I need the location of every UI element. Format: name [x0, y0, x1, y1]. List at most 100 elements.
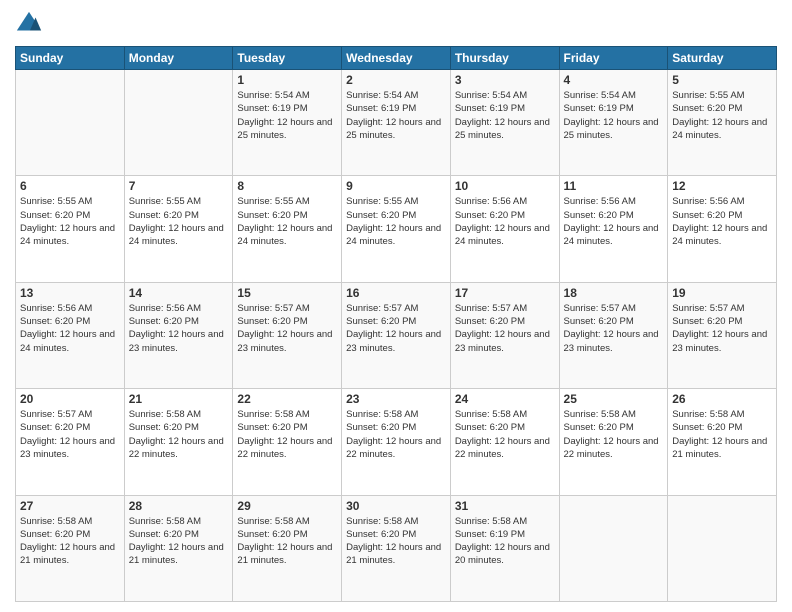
- calendar-day-header: Monday: [124, 47, 233, 70]
- day-info: Sunrise: 5:55 AM Sunset: 6:20 PM Dayligh…: [672, 89, 772, 142]
- day-info: Sunrise: 5:58 AM Sunset: 6:20 PM Dayligh…: [346, 515, 446, 568]
- day-info: Sunrise: 5:57 AM Sunset: 6:20 PM Dayligh…: [237, 302, 337, 355]
- day-number: 18: [564, 286, 664, 300]
- calendar-week-row: 1 Sunrise: 5:54 AM Sunset: 6:19 PM Daylig…: [16, 70, 777, 176]
- logo-icon: [15, 10, 43, 38]
- day-info: Sunrise: 5:58 AM Sunset: 6:20 PM Dayligh…: [129, 515, 229, 568]
- day-number: 7: [129, 179, 229, 193]
- day-info: Sunrise: 5:54 AM Sunset: 6:19 PM Dayligh…: [346, 89, 446, 142]
- calendar-cell: 22 Sunrise: 5:58 AM Sunset: 6:20 PM Dayli…: [233, 389, 342, 495]
- calendar-cell: 12 Sunrise: 5:56 AM Sunset: 6:20 PM Dayli…: [668, 176, 777, 282]
- day-number: 28: [129, 499, 229, 513]
- day-number: 14: [129, 286, 229, 300]
- day-info: Sunrise: 5:58 AM Sunset: 6:20 PM Dayligh…: [129, 408, 229, 461]
- calendar-cell: 28 Sunrise: 5:58 AM Sunset: 6:20 PM Dayli…: [124, 495, 233, 601]
- page: SundayMondayTuesdayWednesdayThursdayFrid…: [0, 0, 792, 612]
- calendar-cell: 30 Sunrise: 5:58 AM Sunset: 6:20 PM Dayli…: [342, 495, 451, 601]
- calendar-day-header: Wednesday: [342, 47, 451, 70]
- day-info: Sunrise: 5:55 AM Sunset: 6:20 PM Dayligh…: [20, 195, 120, 248]
- calendar-cell: 8Sunrise: 5:55 AM Sunset: 6:20 PM Daylig…: [233, 176, 342, 282]
- day-info: Sunrise: 5:58 AM Sunset: 6:20 PM Dayligh…: [237, 408, 337, 461]
- day-info: Sunrise: 5:58 AM Sunset: 6:20 PM Dayligh…: [346, 408, 446, 461]
- day-number: 20: [20, 392, 120, 406]
- calendar-cell: 19 Sunrise: 5:57 AM Sunset: 6:20 PM Dayli…: [668, 282, 777, 388]
- calendar-cell: 21 Sunrise: 5:58 AM Sunset: 6:20 PM Dayli…: [124, 389, 233, 495]
- calendar-cell: 14 Sunrise: 5:56 AM Sunset: 6:20 PM Dayli…: [124, 282, 233, 388]
- calendar-cell: 1 Sunrise: 5:54 AM Sunset: 6:19 PM Daylig…: [233, 70, 342, 176]
- day-info: Sunrise: 5:55 AM Sunset: 6:20 PM Dayligh…: [129, 195, 229, 248]
- day-info: Sunrise: 5:54 AM Sunset: 6:19 PM Dayligh…: [564, 89, 664, 142]
- day-number: 13: [20, 286, 120, 300]
- day-number: 9: [346, 179, 446, 193]
- day-number: 25: [564, 392, 664, 406]
- day-info: Sunrise: 5:56 AM Sunset: 6:20 PM Dayligh…: [129, 302, 229, 355]
- calendar-cell: 11 Sunrise: 5:56 AM Sunset: 6:20 PM Dayli…: [559, 176, 668, 282]
- day-number: 2: [346, 73, 446, 87]
- calendar-cell: 10Sunrise: 5:56 AM Sunset: 6:20 PM Dayli…: [450, 176, 559, 282]
- calendar-cell: 4 Sunrise: 5:54 AM Sunset: 6:19 PM Daylig…: [559, 70, 668, 176]
- calendar-cell: 15 Sunrise: 5:57 AM Sunset: 6:20 PM Dayli…: [233, 282, 342, 388]
- calendar-cell: 20Sunrise: 5:57 AM Sunset: 6:20 PM Dayli…: [16, 389, 125, 495]
- calendar-cell: [559, 495, 668, 601]
- day-info: Sunrise: 5:57 AM Sunset: 6:20 PM Dayligh…: [564, 302, 664, 355]
- logo: [15, 10, 47, 38]
- calendar-cell: 17Sunrise: 5:57 AM Sunset: 6:20 PM Dayli…: [450, 282, 559, 388]
- day-number: 1: [237, 73, 337, 87]
- day-number: 4: [564, 73, 664, 87]
- calendar-cell: 9 Sunrise: 5:55 AM Sunset: 6:20 PM Daylig…: [342, 176, 451, 282]
- day-number: 21: [129, 392, 229, 406]
- calendar-cell: 26Sunrise: 5:58 AM Sunset: 6:20 PM Dayli…: [668, 389, 777, 495]
- calendar-cell: [124, 70, 233, 176]
- day-info: Sunrise: 5:54 AM Sunset: 6:19 PM Dayligh…: [237, 89, 337, 142]
- day-number: 24: [455, 392, 555, 406]
- day-info: Sunrise: 5:56 AM Sunset: 6:20 PM Dayligh…: [20, 302, 120, 355]
- calendar-week-row: 27 Sunrise: 5:58 AM Sunset: 6:20 PM Dayli…: [16, 495, 777, 601]
- calendar-day-header: Saturday: [668, 47, 777, 70]
- calendar-day-header: Sunday: [16, 47, 125, 70]
- day-number: 6: [20, 179, 120, 193]
- day-number: 27: [20, 499, 120, 513]
- calendar-cell: 23Sunrise: 5:58 AM Sunset: 6:20 PM Dayli…: [342, 389, 451, 495]
- calendar-week-row: 13 Sunrise: 5:56 AM Sunset: 6:20 PM Dayli…: [16, 282, 777, 388]
- day-number: 29: [237, 499, 337, 513]
- calendar-cell: 7 Sunrise: 5:55 AM Sunset: 6:20 PM Daylig…: [124, 176, 233, 282]
- day-info: Sunrise: 5:58 AM Sunset: 6:20 PM Dayligh…: [564, 408, 664, 461]
- calendar-cell: 24Sunrise: 5:58 AM Sunset: 6:20 PM Dayli…: [450, 389, 559, 495]
- calendar-cell: 16Sunrise: 5:57 AM Sunset: 6:20 PM Dayli…: [342, 282, 451, 388]
- calendar-cell: 6 Sunrise: 5:55 AM Sunset: 6:20 PM Daylig…: [16, 176, 125, 282]
- calendar-week-row: 6 Sunrise: 5:55 AM Sunset: 6:20 PM Daylig…: [16, 176, 777, 282]
- calendar-cell: 18 Sunrise: 5:57 AM Sunset: 6:20 PM Dayli…: [559, 282, 668, 388]
- calendar-cell: 2 Sunrise: 5:54 AM Sunset: 6:19 PM Daylig…: [342, 70, 451, 176]
- day-info: Sunrise: 5:58 AM Sunset: 6:19 PM Dayligh…: [455, 515, 555, 568]
- calendar-cell: [668, 495, 777, 601]
- day-number: 11: [564, 179, 664, 193]
- calendar-table: SundayMondayTuesdayWednesdayThursdayFrid…: [15, 46, 777, 602]
- calendar-cell: 13 Sunrise: 5:56 AM Sunset: 6:20 PM Dayli…: [16, 282, 125, 388]
- calendar-cell: [16, 70, 125, 176]
- day-number: 19: [672, 286, 772, 300]
- calendar-day-header: Tuesday: [233, 47, 342, 70]
- header: [15, 10, 777, 38]
- day-info: Sunrise: 5:55 AM Sunset: 6:20 PM Dayligh…: [346, 195, 446, 248]
- calendar-cell: 27 Sunrise: 5:58 AM Sunset: 6:20 PM Dayli…: [16, 495, 125, 601]
- day-info: Sunrise: 5:56 AM Sunset: 6:20 PM Dayligh…: [564, 195, 664, 248]
- day-number: 22: [237, 392, 337, 406]
- day-info: Sunrise: 5:57 AM Sunset: 6:20 PM Dayligh…: [672, 302, 772, 355]
- day-info: Sunrise: 5:58 AM Sunset: 6:20 PM Dayligh…: [20, 515, 120, 568]
- day-number: 5: [672, 73, 772, 87]
- day-info: Sunrise: 5:54 AM Sunset: 6:19 PM Dayligh…: [455, 89, 555, 142]
- day-info: Sunrise: 5:56 AM Sunset: 6:20 PM Dayligh…: [672, 195, 772, 248]
- calendar-day-header: Friday: [559, 47, 668, 70]
- day-number: 26: [672, 392, 772, 406]
- calendar-cell: 25 Sunrise: 5:58 AM Sunset: 6:20 PM Dayli…: [559, 389, 668, 495]
- day-number: 12: [672, 179, 772, 193]
- calendar-header-row: SundayMondayTuesdayWednesdayThursdayFrid…: [16, 47, 777, 70]
- day-number: 10: [455, 179, 555, 193]
- day-number: 30: [346, 499, 446, 513]
- calendar-day-header: Thursday: [450, 47, 559, 70]
- calendar-cell: 5 Sunrise: 5:55 AM Sunset: 6:20 PM Daylig…: [668, 70, 777, 176]
- day-info: Sunrise: 5:57 AM Sunset: 6:20 PM Dayligh…: [346, 302, 446, 355]
- day-info: Sunrise: 5:58 AM Sunset: 6:20 PM Dayligh…: [237, 515, 337, 568]
- day-number: 15: [237, 286, 337, 300]
- day-number: 8: [237, 179, 337, 193]
